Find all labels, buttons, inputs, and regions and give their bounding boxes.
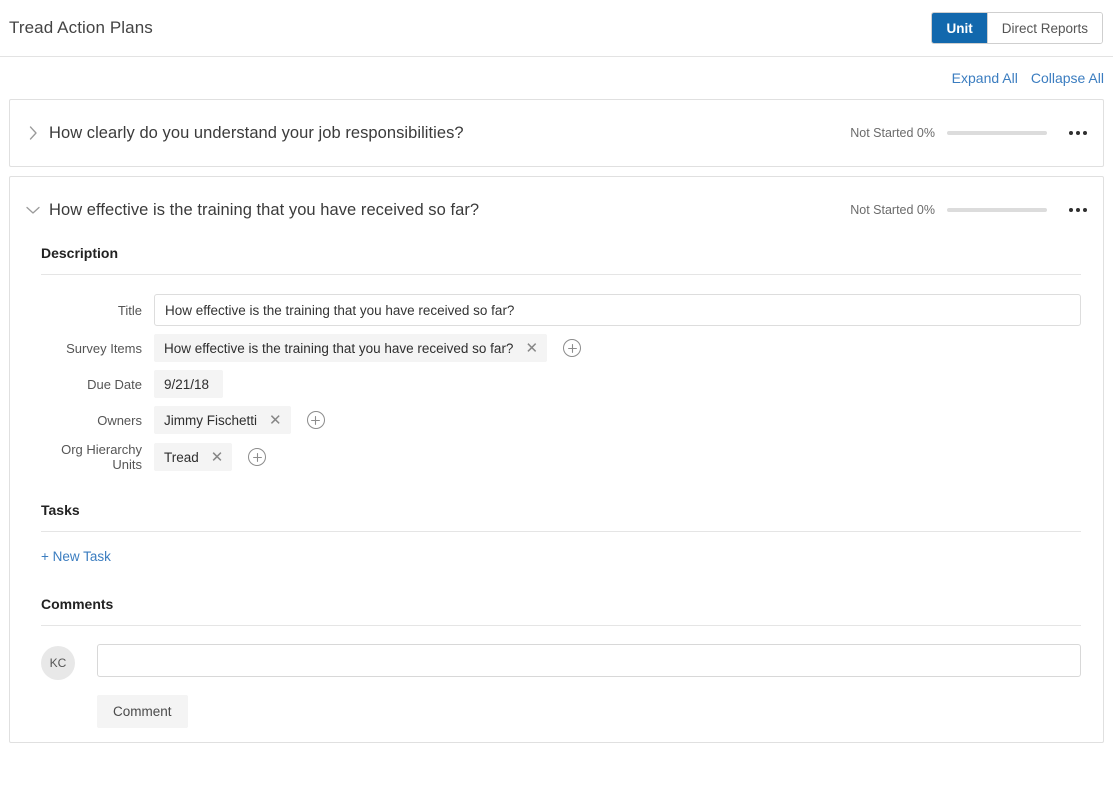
avatar: KC bbox=[41, 646, 75, 680]
chevron-down-icon[interactable] bbox=[22, 206, 44, 215]
org-unit-chip[interactable]: Tread ✕ bbox=[154, 443, 233, 471]
toggle-unit-button[interactable]: Unit bbox=[932, 13, 987, 43]
status-badge: Not Started 0% bbox=[850, 203, 935, 217]
close-icon[interactable]: ✕ bbox=[269, 413, 282, 428]
close-icon[interactable]: ✕ bbox=[211, 450, 224, 465]
title-label: Title bbox=[117, 302, 142, 318]
action-plan-header[interactable]: How clearly do you understand your job r… bbox=[10, 100, 1103, 166]
collapse-all-link[interactable]: Collapse All bbox=[1031, 70, 1104, 86]
title-input[interactable] bbox=[154, 294, 1081, 326]
org-unit-chip-label: Tread bbox=[164, 449, 199, 465]
field-row-title: Title bbox=[32, 294, 1081, 326]
add-org-unit-button[interactable] bbox=[248, 448, 267, 466]
expand-all-link[interactable]: Expand All bbox=[952, 70, 1018, 86]
action-plan-status-group: Not Started 0% bbox=[850, 202, 1089, 218]
action-plan-title: How clearly do you understand your job r… bbox=[49, 123, 464, 142]
due-date-input[interactable]: 9/21/18 bbox=[154, 370, 224, 398]
progress-bar bbox=[947, 131, 1047, 135]
view-toggle-group: Unit Direct Reports bbox=[931, 12, 1103, 44]
comments-section: Comments KC Comment bbox=[32, 594, 1081, 742]
new-task-link[interactable]: + New Task bbox=[41, 549, 111, 564]
owners-label: Owners bbox=[97, 412, 142, 428]
comments-heading: Comments bbox=[41, 596, 114, 612]
close-icon[interactable]: ✕ bbox=[525, 341, 538, 356]
kebab-dot bbox=[1076, 131, 1080, 135]
due-date-label: Due Date bbox=[87, 376, 142, 392]
add-owner-button[interactable] bbox=[306, 411, 325, 429]
action-plan-card-expanded[interactable]: How effective is the training that you h… bbox=[9, 176, 1104, 743]
card-bottom-spacer bbox=[32, 728, 1081, 742]
action-plan-detail: Description Title Survey Items How effec… bbox=[10, 243, 1103, 742]
action-plan-title: How effective is the training that you h… bbox=[49, 200, 480, 219]
expand-collapse-bar: Expand All Collapse All bbox=[0, 57, 1113, 99]
owner-chip[interactable]: Jimmy Fischetti ✕ bbox=[154, 406, 291, 434]
description-form: Title Survey Items How effective is the … bbox=[32, 275, 1081, 472]
action-plan-header[interactable]: How effective is the training that you h… bbox=[10, 177, 1103, 243]
tasks-section: Tasks + New Task bbox=[32, 500, 1081, 566]
kebab-dot bbox=[1069, 131, 1073, 135]
comment-submit-button[interactable]: Comment bbox=[97, 695, 188, 728]
status-badge: Not Started 0% bbox=[850, 126, 935, 140]
chevron-right-icon[interactable] bbox=[22, 126, 44, 140]
field-row-org-hierarchy-units: Org Hierarchy Units Tread ✕ bbox=[32, 442, 1081, 472]
org-hierarchy-units-label: Org Hierarchy Units bbox=[61, 442, 142, 472]
add-survey-item-button[interactable] bbox=[563, 339, 582, 357]
comment-input[interactable] bbox=[97, 644, 1081, 677]
kebab-menu-icon[interactable] bbox=[1067, 202, 1089, 218]
comment-submit-wrap: Comment bbox=[97, 695, 1081, 728]
description-section: Description Title Survey Items How effec… bbox=[32, 243, 1081, 472]
action-plan-card-collapsed[interactable]: How clearly do you understand your job r… bbox=[9, 99, 1104, 167]
comment-composer: KC bbox=[41, 644, 1081, 680]
kebab-dot bbox=[1069, 208, 1073, 212]
survey-items-label: Survey Items bbox=[66, 340, 142, 356]
action-plan-status-group: Not Started 0% bbox=[850, 125, 1089, 141]
kebab-dot bbox=[1076, 208, 1080, 212]
kebab-menu-icon[interactable] bbox=[1067, 125, 1089, 141]
page-header: Tread Action Plans Unit Direct Reports bbox=[0, 0, 1113, 57]
tasks-heading: Tasks bbox=[41, 502, 80, 518]
field-row-owners: Owners Jimmy Fischetti ✕ bbox=[32, 406, 1081, 434]
field-row-survey-items: Survey Items How effective is the traini… bbox=[32, 334, 1081, 362]
progress-bar bbox=[947, 208, 1047, 212]
survey-item-chip[interactable]: How effective is the training that you h… bbox=[154, 334, 548, 362]
comments-divider bbox=[41, 625, 1081, 626]
tasks-divider bbox=[41, 531, 1081, 532]
survey-item-chip-label: How effective is the training that you h… bbox=[164, 340, 514, 356]
toggle-direct-reports-button[interactable]: Direct Reports bbox=[987, 13, 1102, 43]
field-row-due-date: Due Date 9/21/18 bbox=[32, 370, 1081, 398]
kebab-dot bbox=[1083, 208, 1087, 212]
owner-chip-label: Jimmy Fischetti bbox=[164, 412, 258, 428]
kebab-dot bbox=[1083, 131, 1087, 135]
page-title: Tread Action Plans bbox=[9, 18, 153, 37]
description-heading: Description bbox=[41, 245, 119, 261]
